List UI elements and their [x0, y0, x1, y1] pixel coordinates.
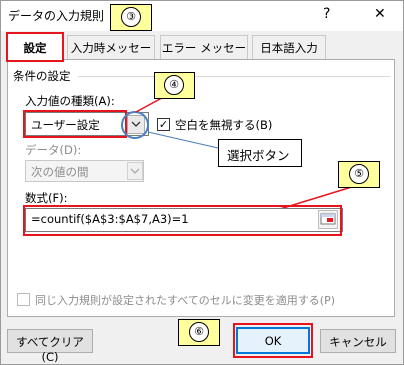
select-button-callout: 選択ボタン — [218, 139, 302, 167]
data-dropdown-button[interactable] — [127, 162, 143, 180]
step3-number: ③ — [121, 7, 141, 27]
apply-all-label: 同じ入力規則が設定されたすべてのセルに変更を適用する(P) — [35, 294, 336, 307]
chevron-down-icon — [130, 168, 140, 174]
data-label: データ(D): — [25, 143, 82, 157]
step5-number: ⑤ — [349, 164, 369, 184]
data-value: 次の値の間 — [31, 165, 89, 179]
apply-all-checkbox[interactable] — [17, 293, 30, 306]
step6-number: ⑥ — [189, 322, 209, 342]
clear-all-button[interactable]: すべてクリア(C) — [7, 329, 93, 364]
formula-label: 数式(F): — [25, 191, 68, 205]
step4-number: ④ — [164, 75, 184, 95]
highlight-ok-button — [233, 323, 313, 358]
cancel-button[interactable]: キャンセル — [320, 329, 396, 353]
highlight-formula-input — [23, 205, 342, 236]
